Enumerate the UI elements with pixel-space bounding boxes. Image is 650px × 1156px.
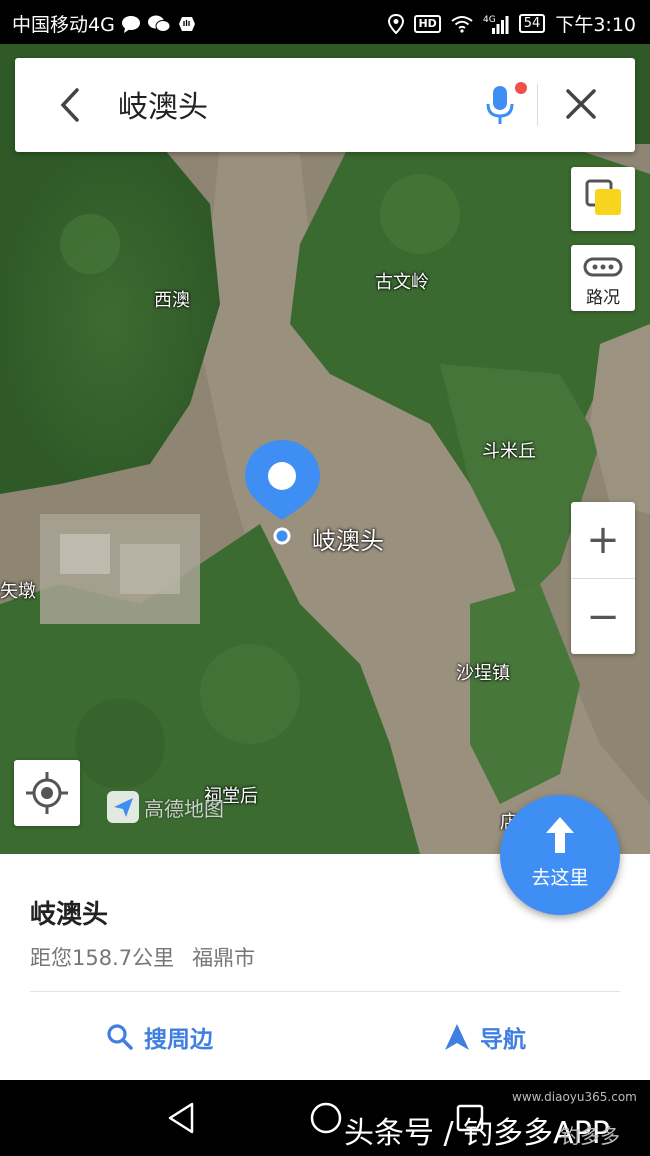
clock: 下午3:10 bbox=[555, 14, 636, 36]
panel-divider bbox=[30, 991, 620, 992]
chevron-left-icon bbox=[60, 88, 79, 122]
amap-logo-icon bbox=[107, 791, 139, 823]
zoom-out-button[interactable]: − bbox=[571, 578, 635, 655]
microphone-icon bbox=[486, 86, 514, 124]
wechat-icon bbox=[147, 14, 171, 34]
map-view[interactable]: 古文岭 西澳 斗米丘 矢墩 沙埕镇 祠堂后 店 bbox=[0, 44, 650, 854]
place-details: 距您158.7公里 福鼎市 bbox=[30, 942, 255, 972]
search-input[interactable]: 岐澳头 bbox=[118, 82, 208, 126]
map-label-shidun: 矢墩 bbox=[0, 581, 36, 602]
hand-icon bbox=[177, 14, 197, 34]
map-label-xiao: 西澳 bbox=[154, 290, 190, 311]
chat-bubble-icon bbox=[121, 15, 141, 33]
go-here-label: 去这里 bbox=[531, 867, 589, 889]
map-label-guwenling: 古文岭 bbox=[375, 272, 429, 293]
battery-indicator: 54 bbox=[518, 14, 546, 33]
traffic-button[interactable]: 路况 bbox=[571, 245, 635, 311]
layers-button[interactable] bbox=[571, 167, 635, 231]
city-text: 福鼎市 bbox=[192, 946, 256, 970]
home-circle-icon[interactable] bbox=[308, 1100, 344, 1136]
voice-search-button[interactable] bbox=[483, 80, 517, 130]
search-nearby-label: 搜周边 bbox=[144, 1027, 213, 1053]
search-icon bbox=[107, 1024, 133, 1050]
search-bar: 岐澳头 bbox=[15, 58, 635, 152]
navigate-button[interactable]: 导航 bbox=[444, 1020, 526, 1054]
close-icon bbox=[566, 89, 596, 119]
location-icon bbox=[388, 13, 405, 34]
distance-text: 距您158.7公里 bbox=[30, 946, 175, 970]
hd-badge: HD bbox=[414, 14, 441, 33]
back-triangle-icon[interactable] bbox=[164, 1100, 198, 1136]
locate-me-button[interactable] bbox=[14, 760, 80, 826]
zoom-in-button[interactable]: + bbox=[571, 502, 635, 578]
wifi-icon bbox=[451, 15, 473, 33]
go-here-button[interactable]: 去这里 bbox=[500, 795, 620, 915]
traffic-label: 路况 bbox=[586, 288, 620, 308]
pin-label: 岐澳头 bbox=[312, 527, 384, 555]
watermark-corner: 钓多多 bbox=[560, 1124, 620, 1148]
layers-icon bbox=[585, 179, 621, 215]
amap-logo-text: 高德地图 bbox=[144, 796, 224, 821]
navigation-arrow-icon bbox=[445, 1024, 469, 1050]
place-name: 岐澳头 bbox=[30, 900, 109, 930]
crosshair-icon bbox=[26, 772, 68, 814]
arrow-up-icon bbox=[546, 817, 574, 853]
map-label-shachengzhen: 沙埕镇 bbox=[456, 663, 510, 684]
navigate-label: 导航 bbox=[480, 1027, 526, 1053]
carrier-label: 中国移动4G bbox=[12, 14, 115, 36]
search-divider bbox=[537, 84, 538, 126]
zoom-control: + − bbox=[571, 502, 635, 654]
close-button[interactable] bbox=[563, 86, 599, 122]
search-nearby-button[interactable]: 搜周边 bbox=[106, 1020, 213, 1054]
signal-icon: 4G bbox=[483, 14, 509, 34]
map-label-doumiqiu: 斗米丘 bbox=[482, 441, 536, 462]
notification-dot bbox=[515, 82, 527, 94]
amap-logo: 高德地图 bbox=[106, 790, 224, 824]
status-bar: 中国移动4G HD 4G 54 下午3:10 bbox=[0, 0, 650, 44]
traffic-icon bbox=[583, 257, 623, 277]
watermark-url: www.diaoyu365.com bbox=[512, 1090, 637, 1104]
satellite-imagery bbox=[0, 44, 650, 854]
back-button[interactable] bbox=[55, 86, 95, 126]
network-type-label: 4G bbox=[483, 15, 496, 25]
